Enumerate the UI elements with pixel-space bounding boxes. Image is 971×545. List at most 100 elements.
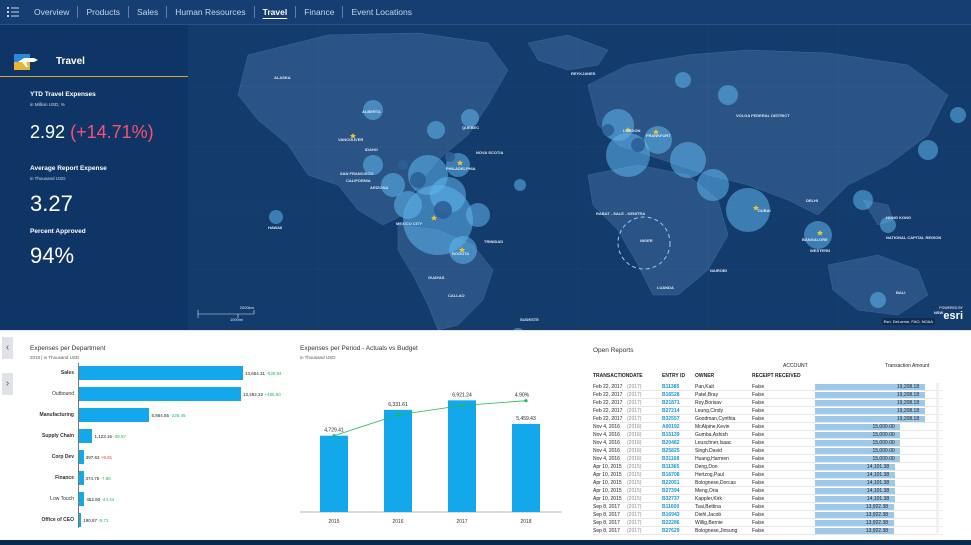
col-entry-id[interactable]: ENTRY ID (662, 373, 685, 379)
account-header: ACCOUNT (783, 363, 808, 369)
cell-id[interactable]: B20482 (662, 440, 680, 446)
tab-finance[interactable]: Finance (296, 6, 344, 18)
budget-point[interactable] (332, 434, 336, 438)
table-row[interactable]: Feb 22, 2017 (2017) B21871 Roy,Borisav False… (593, 399, 943, 407)
dept-bar[interactable] (79, 513, 82, 527)
table-row[interactable]: Apr 10, 2015 (2015) B32737 Kappler,Kirk Fals… (593, 495, 943, 503)
period-bar[interactable] (512, 423, 540, 512)
tab-travel[interactable]: Travel (255, 6, 297, 18)
period-category-label: 2017 (456, 519, 467, 525)
table-row[interactable]: Sep 8, 2017 (2017) B27629 Bolognese,Jinsung… (593, 527, 943, 535)
dept-row[interactable]: Outbound 13,492.32 +495.50 (30, 387, 288, 401)
tab-products[interactable]: Products (78, 6, 129, 18)
dept-bar[interactable] (79, 387, 242, 401)
col-receipt[interactable]: RECEIPT RECEIVED (752, 373, 801, 379)
dept-row[interactable]: Finance 374.75 -7.66 (30, 471, 288, 485)
cell-id[interactable]: B27214 (662, 408, 680, 414)
table-row[interactable]: Sep 8, 2017 (2017) B16943 Diehl,Jacob False 1… (593, 511, 943, 519)
dept-bar[interactable] (79, 408, 150, 422)
period-bar[interactable] (320, 435, 348, 512)
travel-map[interactable]: ALASKA REYKJANES ALBERTA VANCOUVER IDAHO… (188, 25, 971, 330)
cell-id[interactable]: B32737 (662, 496, 680, 502)
cell-id[interactable]: B11600 (662, 504, 679, 510)
budget-point[interactable] (396, 413, 400, 417)
cell-amount: 14,101.38 (866, 464, 890, 470)
table-row[interactable]: Sep 8, 2017 (2017) B11600 Tsai,Bettina False… (593, 503, 943, 511)
col-owner[interactable]: OWNER (695, 373, 714, 379)
table-row[interactable]: Nov 4, 2016 (2016) B15139 Gumba,Ashish False… (593, 431, 943, 439)
cell-id[interactable]: B27629 (662, 528, 680, 534)
cell-id[interactable]: B11365 (662, 464, 679, 470)
dept-row[interactable]: Office of CEO 190.87 -5.71 (30, 513, 288, 527)
map-label: BALI (896, 290, 906, 295)
cell-receipt: False (752, 416, 765, 422)
cell-id[interactable]: B15139 (662, 432, 680, 438)
cell-id[interactable]: B22286 (662, 520, 680, 526)
table-row[interactable]: Feb 22, 2017 (2017) B27214 Leung,Cindy False… (593, 407, 943, 415)
dept-row[interactable]: Sales 13,654.31 -539.94 (30, 366, 288, 380)
table-row[interactable]: Nov 4, 2016 (2016) B20482 Leuschner,Isaac Fa… (593, 439, 943, 447)
map-label: ARIZONA (370, 185, 389, 190)
period-bar[interactable] (384, 409, 412, 512)
period-bar[interactable] (448, 400, 476, 512)
cell-id[interactable]: B11385 (662, 384, 679, 390)
map-label: ALASKA (274, 75, 291, 80)
dept-row[interactable]: Supply Chain 1,123.16 -25.57 (30, 429, 288, 443)
dept-bar[interactable] (79, 429, 93, 443)
cell-id[interactable]: B21871 (662, 400, 680, 406)
cell-id[interactable]: B22051 (662, 480, 680, 486)
period-bar-chart[interactable]: 4,729.41 2015 6,331.61 2016 6,921.24 2017 5,45… (300, 371, 580, 541)
cell-date: Feb 22, 2017 (593, 400, 623, 406)
expand-right-arrow[interactable]: › (2, 373, 13, 395)
tab-event-locations[interactable]: Event Locations (343, 6, 419, 18)
dashboard-app: Overview Products Sales Human Resources … (0, 0, 971, 545)
amount-header: Transaction Amount (885, 363, 930, 369)
table-row[interactable]: Nov 4, 2016 (2016) B31168 Huang,Harmen False… (593, 455, 943, 463)
table-row[interactable]: Sep 8, 2017 (2017) B22286 Willig,Bernie Fals… (593, 519, 943, 527)
dept-bar-chart[interactable]: Sales 13,654.31 -539.94 Outbound 13,492.32 … (30, 363, 288, 528)
table-row[interactable]: Apr 10, 2015 (2015) B11365 Deng,Don False 14,… (593, 463, 943, 471)
cell-id[interactable]: B16943 (662, 512, 680, 518)
dept-value: 374.75 (85, 476, 101, 481)
menu-icon[interactable] (0, 0, 26, 25)
map-label: NIGER (640, 238, 653, 243)
cell-id[interactable]: B31168 (662, 456, 679, 462)
table-row[interactable]: Apr 10, 2015 (2015) B16708 Hertzog,Paul Fals… (593, 471, 943, 479)
cell-id[interactable]: B16708 (662, 472, 680, 478)
budget-point[interactable] (524, 399, 528, 403)
dept-bar[interactable] (79, 450, 84, 464)
tab-overview[interactable]: Overview (26, 6, 79, 18)
dept-bar[interactable] (79, 492, 85, 506)
dept-row[interactable]: Corp Dev 397.63 +9.81 (30, 450, 288, 464)
cell-date: Sep 8, 2017 (593, 504, 620, 510)
table-row[interactable]: Feb 22, 2017 (2017) B32557 Goodman,Cynthia F… (593, 415, 943, 423)
budget-point[interactable] (460, 403, 464, 408)
cell-id[interactable]: B32557 (662, 416, 680, 422)
cell-owner: Bolognese,Dorcas (695, 480, 736, 486)
dept-row[interactable]: Low Touch 452.60 -44.44 (30, 492, 288, 506)
tab-human-resources[interactable]: Human Resources (167, 6, 255, 18)
table-scrollbar[interactable] (936, 383, 939, 533)
cell-id[interactable]: B16528 (662, 392, 680, 398)
cell-id[interactable]: A00192 (662, 424, 680, 430)
table-row[interactable]: Nov 4, 2016 (2016) A00192 McAlpine,Kevin Fal… (593, 423, 943, 431)
table-row[interactable]: Apr 10, 2015 (2015) B22051 Bolognese,Dorcas… (593, 479, 943, 487)
percent-approved-value: 94% (30, 243, 75, 268)
table-row[interactable]: Apr 10, 2015 (2015) B27394 Meng,Oria False 14… (593, 487, 943, 495)
tab-sales[interactable]: Sales (129, 6, 168, 18)
esri-wordmark: esri (943, 310, 963, 322)
dept-row[interactable]: Manufacturing 5,864.55 -226.45 (30, 408, 288, 422)
table-row[interactable]: Nov 4, 2016 (2016) B25825 Singh,David False 1… (593, 447, 943, 455)
dept-bar[interactable] (79, 366, 243, 380)
dept-category-label: Outbound (52, 391, 74, 397)
cell-amount: 19,208.18 (896, 400, 920, 406)
avg-expense-value: 3.27 (30, 191, 73, 216)
table-row[interactable]: Feb 22, 2017 (2017) B11385 Pan,Kait False 19,… (593, 383, 943, 391)
col-transactiondate[interactable]: TRANSACTIONDATE (593, 373, 643, 379)
dept-bar[interactable] (79, 471, 84, 485)
cell-id[interactable]: B25825 (662, 448, 680, 454)
map-label: CALLAO (448, 293, 465, 298)
collapse-left-arrow[interactable]: ‹ (2, 337, 13, 359)
table-row[interactable]: Feb 22, 2017 (2017) B16528 Patel,Bray False 1… (593, 391, 943, 399)
cell-id[interactable]: B27394 (662, 488, 680, 494)
